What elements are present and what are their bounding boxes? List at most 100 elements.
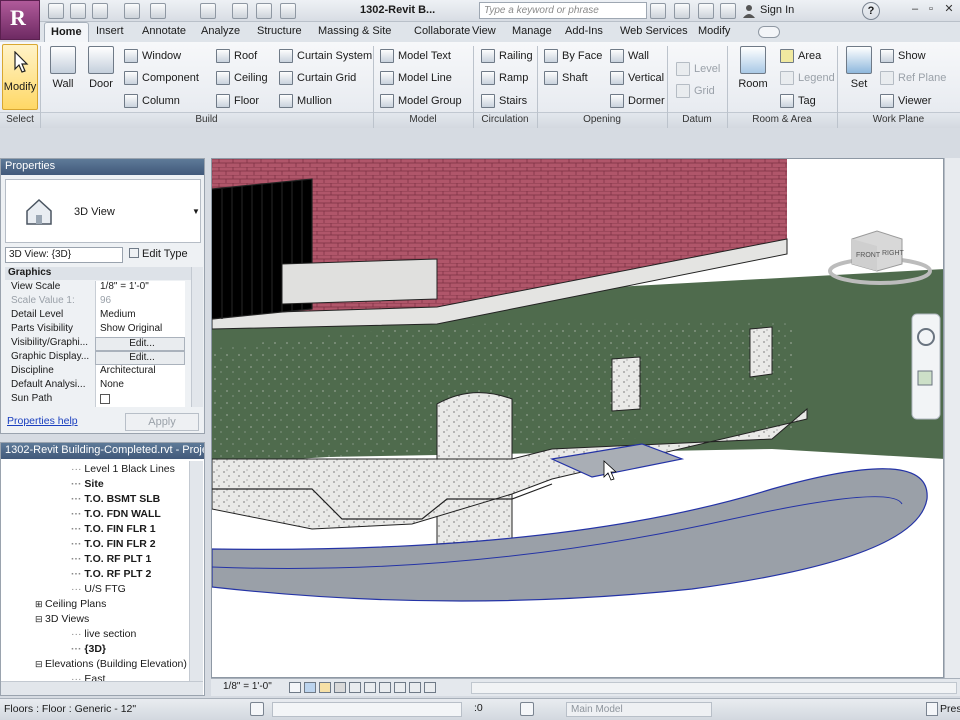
default-3d-icon[interactable] xyxy=(280,3,296,19)
window-button[interactable]: Window xyxy=(124,47,181,65)
stairs-button[interactable]: Stairs xyxy=(481,92,527,110)
area-button[interactable]: Area xyxy=(780,47,821,65)
sun-path-icon[interactable] xyxy=(319,682,331,693)
grid-button[interactable]: Grid xyxy=(676,82,715,100)
filter-icon[interactable] xyxy=(926,702,938,716)
restore-button[interactable]: ▫ xyxy=(924,3,938,17)
detail-level-icon[interactable] xyxy=(289,682,301,693)
shadows-icon[interactable] xyxy=(334,682,346,693)
tab-annotate[interactable]: Annotate xyxy=(136,22,192,42)
browser-tree-item[interactable]: ··· {3D} xyxy=(1,643,189,658)
property-value[interactable]: 96 xyxy=(95,295,185,309)
property-row[interactable]: Parts Visibility Show Original xyxy=(5,323,201,337)
property-row[interactable]: Default Analysi... None xyxy=(5,379,201,393)
viewport-horizontal-scrollbar[interactable] xyxy=(471,682,957,694)
tab-view[interactable]: View xyxy=(466,22,502,42)
workset-dropdown[interactable] xyxy=(272,702,462,717)
browser-tree-item[interactable]: ··· U/S FTG xyxy=(1,583,189,598)
model-group-button[interactable]: Model Group xyxy=(380,92,462,110)
property-row[interactable]: Graphic Display... Edit... xyxy=(5,351,201,365)
room-button[interactable]: Room xyxy=(734,46,772,90)
by-face-button[interactable]: By Face xyxy=(544,47,602,65)
ref-plane-button[interactable]: Ref Plane xyxy=(880,69,946,87)
tab-web-services[interactable]: Web Services xyxy=(614,22,694,42)
dimension-icon[interactable] xyxy=(232,3,248,19)
dormer-button[interactable]: Dormer xyxy=(610,92,665,110)
view-scale[interactable]: 1/8" = 1'-0" xyxy=(223,681,272,692)
browser-tree-item[interactable]: ··· T.O. RF PLT 2 xyxy=(1,568,189,583)
minimize-button[interactable]: – xyxy=(908,3,922,17)
browser-h-scrollbar[interactable] xyxy=(1,681,203,695)
subscription-icon[interactable] xyxy=(674,3,690,19)
sun-path-checkbox[interactable] xyxy=(100,394,110,404)
property-row[interactable]: Detail Level Medium xyxy=(5,309,201,323)
property-row[interactable]: Visibility/Graphi... Edit... xyxy=(5,337,201,351)
tab-structure[interactable]: Structure xyxy=(251,22,308,42)
tab-insert[interactable]: Insert xyxy=(90,22,130,42)
railing-button[interactable]: Railing xyxy=(481,47,533,65)
measure-icon[interactable] xyxy=(200,3,216,19)
communication-icon[interactable] xyxy=(698,3,714,19)
navigation-bar[interactable] xyxy=(911,313,941,420)
curtain-system-button[interactable]: Curtain System xyxy=(279,47,372,65)
floor-button[interactable]: Floor xyxy=(216,92,259,110)
sign-in-link[interactable]: Sign In xyxy=(760,4,794,16)
browser-tree-item[interactable]: ··· Site xyxy=(1,478,189,493)
ceiling-button[interactable]: Ceiling xyxy=(216,69,268,87)
mullion-button[interactable]: Mullion xyxy=(279,92,332,110)
help-icon[interactable]: ? xyxy=(862,2,880,20)
tab-add-ins[interactable]: Add-Ins xyxy=(559,22,609,42)
wall-opening-button[interactable]: Wall xyxy=(610,47,649,65)
property-row[interactable]: View Scale 1/8" = 1'-0" xyxy=(5,281,201,295)
sync-icon[interactable] xyxy=(92,3,108,19)
main-model-dropdown[interactable]: Main Model xyxy=(566,702,712,717)
edit-type-button[interactable]: Edit Type xyxy=(127,247,199,263)
show-crop-icon[interactable] xyxy=(379,682,391,693)
close-button[interactable]: ✕ xyxy=(942,3,956,17)
expand-toggle-icon[interactable]: ⊞ xyxy=(35,599,45,609)
wall-button[interactable]: Wall xyxy=(44,46,82,90)
application-menu-button[interactable]: R xyxy=(0,0,40,40)
properties-help-link[interactable]: Properties help xyxy=(7,415,78,427)
level-button[interactable]: Level xyxy=(676,60,720,78)
browser-tree-item[interactable]: ··· T.O. FIN FLR 1 xyxy=(1,523,189,538)
binoculars-icon[interactable] xyxy=(650,3,666,19)
visual-style-icon[interactable] xyxy=(304,682,316,693)
tag-icon[interactable] xyxy=(256,3,272,19)
property-value[interactable]: None xyxy=(95,379,185,393)
favorites-icon[interactable] xyxy=(720,3,736,19)
group-header-graphics[interactable]: Graphics xyxy=(5,267,195,280)
browser-tree-item[interactable]: ··· live section xyxy=(1,628,189,643)
expand-toggle-icon[interactable]: ⊟ xyxy=(35,659,45,669)
browser-tree-item[interactable]: ··· T.O. FDN WALL xyxy=(1,508,189,523)
property-value[interactable]: Show Original xyxy=(95,323,185,337)
property-value[interactable]: Medium xyxy=(95,309,185,323)
browser-scrollbar[interactable] xyxy=(189,461,203,681)
tab-analyze[interactable]: Analyze xyxy=(195,22,246,42)
minimize-ribbon-toggle[interactable] xyxy=(758,26,780,38)
crop-view-icon[interactable] xyxy=(364,682,376,693)
property-value[interactable]: Edit... xyxy=(95,351,185,365)
shaft-button[interactable]: Shaft xyxy=(544,69,588,87)
property-row[interactable]: Scale Value 1: 96 xyxy=(5,295,201,309)
modify-button[interactable]: Modify xyxy=(2,44,38,110)
viewer-button[interactable]: Viewer xyxy=(880,92,931,110)
redo-icon[interactable] xyxy=(150,3,166,19)
browser-tree-item[interactable]: ⊞ Ceiling Plans xyxy=(1,598,189,613)
tab-home[interactable]: Home xyxy=(44,22,89,42)
tab-modify[interactable]: Modify xyxy=(692,22,736,42)
search-input[interactable]: Type a keyword or phrase xyxy=(479,2,647,19)
design-options-icon[interactable] xyxy=(520,702,534,716)
door-button[interactable]: Door xyxy=(82,46,120,90)
model-line-button[interactable]: Model Line xyxy=(380,69,452,87)
browser-tree-item[interactable]: ··· T.O. BSMT SLB xyxy=(1,493,189,508)
undo-icon[interactable] xyxy=(124,3,140,19)
browser-tree-item[interactable]: ⊟ 3D Views xyxy=(1,613,189,628)
column-button[interactable]: Column xyxy=(124,92,180,110)
roof-button[interactable]: Roof xyxy=(216,47,257,65)
ramp-button[interactable]: Ramp xyxy=(481,69,528,87)
view-window-controls[interactable]: ▾ ▫ ✕ xyxy=(885,165,910,178)
user-icon[interactable] xyxy=(742,4,756,18)
property-value[interactable] xyxy=(95,393,185,407)
expand-toggle-icon[interactable]: ⊟ xyxy=(35,614,45,624)
